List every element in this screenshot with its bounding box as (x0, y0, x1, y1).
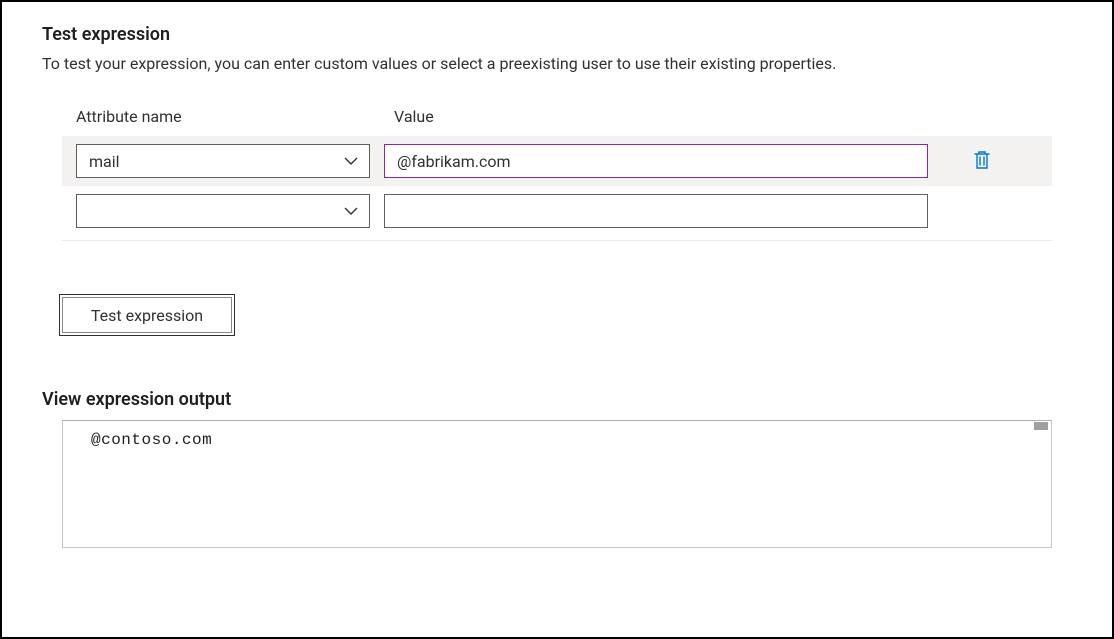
attribute-name-dropdown[interactable] (76, 194, 370, 228)
chevron-down-icon (343, 203, 359, 219)
section-title: Test expression (42, 24, 1072, 45)
chevron-down-icon (343, 153, 359, 169)
column-header-value: Value (394, 107, 1072, 126)
delete-row-button[interactable] (968, 147, 996, 175)
column-headers: Attribute name Value (42, 107, 1072, 126)
attribute-value-input[interactable] (384, 144, 928, 178)
output-title: View expression output (42, 389, 1072, 410)
attribute-row (62, 186, 1052, 236)
trash-icon (973, 150, 991, 173)
test-expression-button[interactable]: Test expression (62, 297, 232, 333)
column-header-attribute: Attribute name (76, 107, 394, 126)
attribute-name-dropdown[interactable]: mail (76, 144, 370, 178)
attribute-rows: mail (62, 136, 1052, 241)
dropdown-value: mail (89, 152, 120, 171)
test-expression-panel: Test expression To test your expression,… (0, 0, 1114, 639)
attribute-row: mail (62, 136, 1052, 186)
rows-divider (62, 240, 1052, 241)
output-value: @contoso.com (91, 431, 212, 449)
attribute-value-input[interactable] (384, 194, 928, 228)
row-actions (942, 147, 1002, 175)
section-description: To test your expression, you can enter c… (42, 53, 1072, 75)
expression-output[interactable]: @contoso.com (62, 420, 1052, 548)
